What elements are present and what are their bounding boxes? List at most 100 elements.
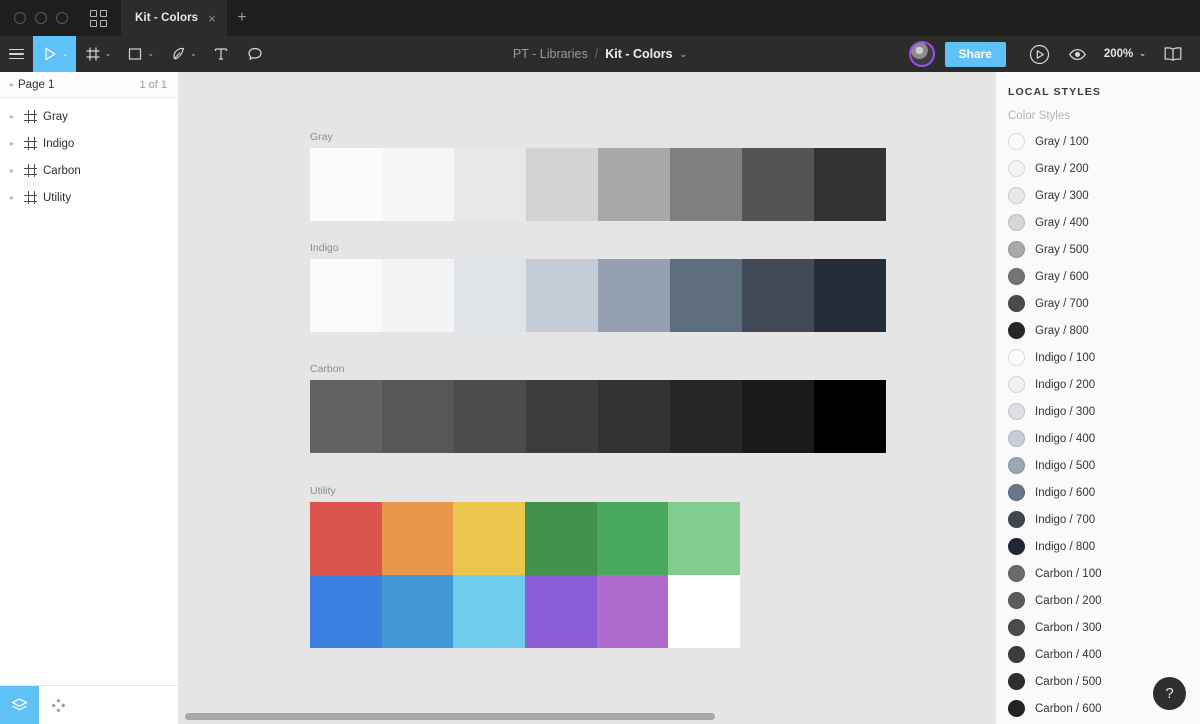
- chevron-down-icon[interactable]: ⌄: [147, 50, 154, 58]
- color-swatch[interactable]: [742, 148, 814, 221]
- color-swatch[interactable]: [597, 502, 669, 575]
- color-style-row[interactable]: Indigo / 300: [996, 398, 1200, 425]
- chevron-right-icon[interactable]: ▸: [6, 193, 18, 202]
- color-style-row[interactable]: Gray / 600: [996, 263, 1200, 290]
- color-swatch[interactable]: [526, 148, 598, 221]
- minimize-window-button[interactable]: [35, 12, 47, 24]
- color-swatch[interactable]: [310, 148, 382, 221]
- color-style-row[interactable]: Indigo / 600: [996, 479, 1200, 506]
- color-swatch[interactable]: [453, 575, 525, 648]
- assets-tab[interactable]: [39, 686, 78, 724]
- color-style-row[interactable]: Indigo / 200: [996, 371, 1200, 398]
- color-swatch[interactable]: [382, 575, 454, 648]
- layer-item-indigo[interactable]: ▸ Indigo: [0, 130, 178, 157]
- color-swatch[interactable]: [310, 502, 382, 575]
- zoom-level-control[interactable]: 200% ⌄: [1096, 36, 1154, 72]
- layer-item-utility[interactable]: ▸ Utility: [0, 184, 178, 211]
- color-style-row[interactable]: Indigo / 100: [996, 344, 1200, 371]
- color-swatch[interactable]: [310, 259, 382, 332]
- chevron-down-icon[interactable]: ⌄: [190, 50, 197, 58]
- color-style-row[interactable]: Carbon / 100: [996, 560, 1200, 587]
- color-swatch[interactable]: [742, 259, 814, 332]
- close-window-button[interactable]: [14, 12, 26, 24]
- close-icon[interactable]: ×: [208, 12, 216, 25]
- color-style-row[interactable]: Gray / 400: [996, 209, 1200, 236]
- pen-tool[interactable]: ⌄: [161, 36, 204, 72]
- color-swatch[interactable]: [597, 575, 669, 648]
- hamburger-menu-icon[interactable]: [0, 36, 33, 72]
- color-swatch[interactable]: [382, 148, 454, 221]
- color-style-row[interactable]: Carbon / 200: [996, 587, 1200, 614]
- help-button[interactable]: ?: [1153, 677, 1186, 710]
- frame-carbon[interactable]: Carbon: [310, 363, 886, 453]
- chevron-right-icon[interactable]: ▸: [6, 112, 18, 121]
- breadcrumb-parent[interactable]: PT - Libraries: [513, 47, 588, 61]
- color-swatch[interactable]: [454, 380, 526, 453]
- color-swatch[interactable]: [814, 148, 886, 221]
- frame-tool[interactable]: ⌄: [76, 36, 119, 72]
- color-style-row[interactable]: Gray / 700: [996, 290, 1200, 317]
- maximize-window-button[interactable]: [56, 12, 68, 24]
- grid-icon[interactable]: [81, 0, 115, 36]
- frame-gray[interactable]: Gray: [310, 131, 886, 221]
- text-tool[interactable]: [204, 36, 238, 72]
- color-swatch[interactable]: [598, 148, 670, 221]
- frame-label[interactable]: Indigo: [310, 242, 886, 255]
- color-swatch[interactable]: [598, 259, 670, 332]
- color-style-row[interactable]: Indigo / 500: [996, 452, 1200, 479]
- frame-indigo[interactable]: Indigo: [310, 242, 886, 332]
- layer-item-gray[interactable]: ▸ Gray: [0, 103, 178, 130]
- color-swatch[interactable]: [670, 259, 742, 332]
- color-swatch[interactable]: [668, 502, 740, 575]
- chevron-down-icon[interactable]: ⌄: [105, 50, 112, 58]
- layer-item-carbon[interactable]: ▸ Carbon: [0, 157, 178, 184]
- present-button[interactable]: [1020, 36, 1059, 72]
- color-swatch[interactable]: [742, 380, 814, 453]
- color-swatch[interactable]: [814, 380, 886, 453]
- color-style-row[interactable]: Indigo / 800: [996, 533, 1200, 560]
- color-swatch[interactable]: [670, 148, 742, 221]
- color-style-row[interactable]: Gray / 500: [996, 236, 1200, 263]
- layers-tab[interactable]: [0, 686, 39, 724]
- new-tab-button[interactable]: +: [227, 0, 257, 36]
- color-style-row[interactable]: Gray / 300: [996, 182, 1200, 209]
- tab-kit-colors[interactable]: Kit - Colors ×: [121, 0, 227, 36]
- chevron-down-icon[interactable]: ⌄: [680, 49, 688, 60]
- color-style-row[interactable]: Indigo / 700: [996, 506, 1200, 533]
- share-button[interactable]: Share: [945, 42, 1006, 67]
- color-swatch[interactable]: [382, 259, 454, 332]
- color-swatch[interactable]: [670, 380, 742, 453]
- color-swatch[interactable]: [525, 502, 597, 575]
- breadcrumb-current[interactable]: Kit - Colors: [605, 47, 672, 61]
- color-style-row[interactable]: Carbon / 300: [996, 614, 1200, 641]
- color-swatch[interactable]: [454, 148, 526, 221]
- color-style-row[interactable]: Indigo / 400: [996, 425, 1200, 452]
- color-swatch[interactable]: [525, 575, 597, 648]
- color-style-row[interactable]: Gray / 800: [996, 317, 1200, 344]
- color-swatch[interactable]: [310, 380, 382, 453]
- color-swatch[interactable]: [454, 259, 526, 332]
- horizontal-scrollbar[interactable]: [185, 713, 715, 720]
- page-row[interactable]: ▸ Page 1 1 of 1: [0, 72, 178, 98]
- shape-tool[interactable]: ⌄: [118, 36, 161, 72]
- chevron-right-icon[interactable]: ▸: [6, 166, 18, 175]
- chevron-right-icon[interactable]: ▸: [6, 80, 18, 89]
- color-style-row[interactable]: Gray / 200: [996, 155, 1200, 182]
- design-canvas[interactable]: Gray Indigo: [179, 72, 995, 724]
- frame-label[interactable]: Utility: [310, 485, 740, 498]
- move-tool[interactable]: ⌄: [33, 36, 76, 72]
- frame-label[interactable]: Carbon: [310, 363, 886, 376]
- comment-tool[interactable]: [238, 36, 272, 72]
- color-swatch[interactable]: [668, 575, 740, 648]
- color-swatch[interactable]: [814, 259, 886, 332]
- chevron-down-icon[interactable]: ⌄: [62, 50, 69, 58]
- color-swatch[interactable]: [526, 259, 598, 332]
- chevron-right-icon[interactable]: ▸: [6, 139, 18, 148]
- color-swatch[interactable]: [310, 575, 382, 648]
- color-style-row[interactable]: Carbon / 400: [996, 641, 1200, 668]
- color-style-row[interactable]: Gray / 100: [996, 128, 1200, 155]
- color-swatch[interactable]: [453, 502, 525, 575]
- library-button[interactable]: [1154, 36, 1192, 72]
- color-swatch[interactable]: [526, 380, 598, 453]
- avatar[interactable]: [909, 41, 935, 67]
